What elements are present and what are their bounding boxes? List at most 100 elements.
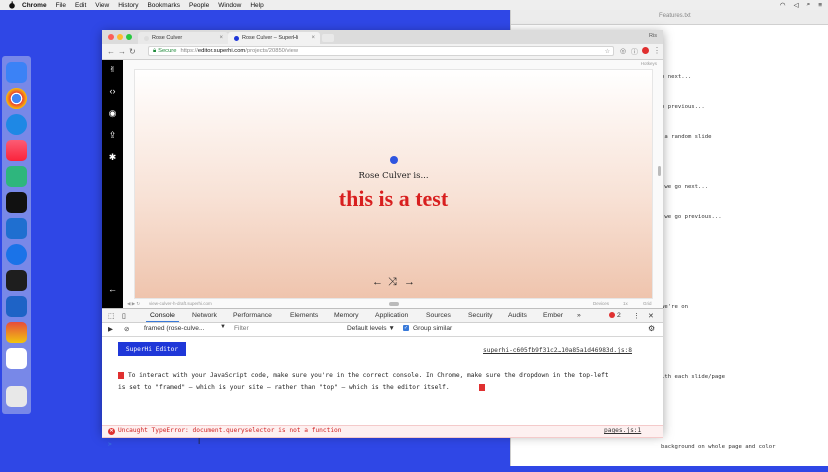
superhi-favicon-icon [234,35,239,41]
search-icon[interactable]: ⌕ [807,1,811,9]
extension-3-icon[interactable] [642,47,649,54]
shuffle-icon[interactable]: ⤨ [388,276,397,289]
zoom-level[interactable]: 1x [623,301,628,306]
device-toolbar-icon[interactable]: ▯ [122,312,126,320]
arrow-right-icon[interactable]: → [404,276,415,288]
close-window-button[interactable] [108,34,114,40]
reload-icon[interactable]: ↻ [129,47,136,56]
tab-audits[interactable]: Audits [508,312,527,319]
menu-help[interactable]: Help [250,2,263,9]
menu-bookmarks[interactable]: Bookmarks [147,2,180,9]
tab-application[interactable]: Application [375,312,408,319]
itunes-icon[interactable] [6,140,27,161]
editor-titlebar: Features.txt [511,10,828,25]
tab-rose-culver[interactable]: Rose Culver × [138,32,228,44]
extension-2-icon[interactable]: ⓘ [631,47,638,57]
back-arrow-icon[interactable]: ← [107,284,118,295]
app-icon[interactable] [6,348,27,369]
error-icon[interactable] [609,312,615,318]
menu-view[interactable]: View [95,2,109,9]
sidebar-toggle-icon[interactable]: ▶ [108,325,113,333]
back-icon[interactable]: ← [107,47,115,56]
address-bar[interactable]: 🔒︎ Secure https:// editor.superhi.com /p… [148,46,614,56]
console-filter-input[interactable] [232,324,344,333]
volume-icon[interactable]: ◁ [794,1,799,9]
menu-window[interactable]: Window [218,2,241,9]
menu-chrome[interactable]: Chrome [22,2,47,9]
trash-icon[interactable] [6,386,27,407]
error-count[interactable]: 2 [617,312,621,319]
tab-strip: Rose Culver × Rose Culver – SuperHi × Ri… [102,30,663,44]
console-settings-icon[interactable]: ⚙ [648,324,655,333]
tab-superhi[interactable]: Rose Culver – SuperHi × [228,32,320,44]
close-tab-icon[interactable]: × [311,35,315,41]
gear-icon[interactable]: ✱ [107,152,118,163]
more-tabs-button[interactable]: » [577,312,581,319]
clear-console-icon[interactable]: ⊘ [124,325,130,333]
preview-pane: Hotkeys Rose Culver is... this is a test… [123,60,663,308]
menu-file[interactable]: File [56,2,66,9]
log-levels-dropdown[interactable]: Default levels ▼ [347,325,395,332]
eye-icon[interactable]: ◉ [107,108,118,119]
clock-icon[interactable] [6,244,27,265]
superhi-logo-icon[interactable]: ✌︎ [107,64,118,75]
new-tab-button[interactable] [322,34,334,42]
group-similar-checkbox[interactable]: ✓ [403,325,409,331]
finder-icon[interactable] [6,62,27,83]
error-text: Uncaught TypeError: document.queryselect… [118,427,342,434]
tab-security[interactable]: Security [468,312,493,319]
tab-elements[interactable]: Elements [290,312,318,319]
extension-icon[interactable]: ◎ [620,47,626,55]
wifi-icon[interactable]: ◠ [780,1,786,9]
figma-icon[interactable] [6,270,27,291]
zoom-window-button[interactable] [126,34,132,40]
console-prompt[interactable]: > [108,441,112,448]
context-dropdown-icon[interactable]: ▼ [220,324,226,330]
minimize-window-button[interactable] [117,34,123,40]
console-toolbar: ▶ ⊘ framed (rose-culve... ▼ Default leve… [102,323,663,337]
slack-icon[interactable] [6,166,27,187]
tab-memory[interactable]: Memory [334,312,359,319]
context-selector[interactable]: framed (rose-culve... [144,325,204,332]
resize-handle[interactable] [389,302,399,306]
messages-icon[interactable] [6,114,27,135]
error-message: ✕ Uncaught TypeError: document.querysele… [102,425,663,438]
preview-scrollbar[interactable] [657,66,662,302]
apple-logo-icon[interactable] [8,1,16,9]
grid-toggle[interactable]: Grid [643,301,652,306]
tab-sources[interactable]: Sources [426,312,451,319]
forward-icon[interactable]: → [118,47,126,56]
tab-network[interactable]: Network [192,312,217,319]
code-icon[interactable]: ‹› [107,86,118,97]
arrow-left-icon[interactable]: ← [372,276,383,288]
menu-history[interactable]: History [118,2,138,9]
audio-icon[interactable] [6,296,27,317]
menu-people[interactable]: People [189,2,209,9]
hotkeys-label[interactable]: Hotkeys [641,61,657,66]
menu-edit[interactable]: Edit [75,2,86,9]
photos-icon[interactable] [6,322,27,343]
chrome-menu-icon[interactable]: ⋮ [653,46,661,55]
tab-performance[interactable]: Performance [233,312,272,319]
terminal-icon[interactable] [6,192,27,213]
chrome-icon[interactable] [6,88,27,109]
tab-ember[interactable]: Ember [543,312,563,319]
tab-console[interactable]: Console [146,312,179,322]
close-tab-icon[interactable]: × [219,35,223,41]
vscode-icon[interactable] [6,218,27,239]
devtools-menu-icon[interactable]: ⋮ [633,312,640,320]
share-icon[interactable]: ⇪ [107,130,118,141]
editor-text[interactable]: o next... o previous... a random slide w… [661,52,776,472]
close-devtools-icon[interactable]: ✕ [648,312,654,320]
profile-name[interactable]: Ris [649,33,657,39]
error-source-link[interactable]: pages.js:1 [604,427,641,434]
inspect-element-icon[interactable]: ⬚ [108,312,114,320]
devices-toggle[interactable]: Devices [593,301,609,306]
footer-nav-icon[interactable]: ◀ ▶ ↻ [127,301,140,307]
console-output[interactable]: SuperHi Editor superhi-c605fb9f31c2…10a8… [102,336,663,448]
list-icon[interactable]: ≡ [818,2,822,9]
bookmark-star-icon[interactable]: ☆ [605,48,610,55]
preview-url[interactable]: view-culver-h-draft.superhi.com [149,301,212,306]
scrollbar-thumb[interactable] [658,166,661,176]
badge-source-link[interactable]: superhi-c605fb9f31c2…10a85a1d46983d.js:8 [483,347,632,354]
